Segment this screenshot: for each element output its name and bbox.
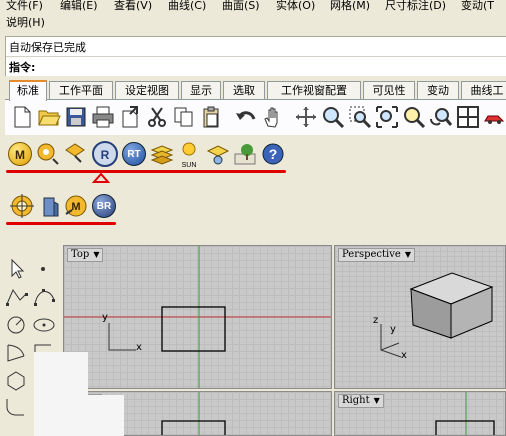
layered-planes-icon[interactable]	[150, 142, 174, 166]
material-settings-icon[interactable]	[36, 142, 60, 166]
car-icon[interactable]	[483, 105, 506, 129]
ellipse-icon[interactable]	[32, 314, 58, 336]
print-icon[interactable]	[91, 105, 115, 129]
undo-view-icon[interactable]	[429, 105, 453, 129]
menu-bar: 文件(F) 编辑(E) 查看(V) 曲线(C) 曲面(S) 实体(O) 网格(M…	[0, 0, 506, 34]
undo-icon[interactable]	[234, 105, 258, 129]
command-divider	[6, 56, 506, 57]
polyline-icon[interactable]	[4, 286, 30, 308]
standard-toolbar	[5, 99, 506, 135]
tab-set-view[interactable]: 设定视图	[115, 81, 179, 100]
perspective-viewport[interactable]: Perspective ▼ z y x	[334, 245, 506, 389]
menu-mesh[interactable]: 网格(M)	[330, 0, 370, 13]
polygon-icon[interactable]	[4, 370, 30, 392]
command-area: 自动保存已完成 指令:	[5, 36, 506, 76]
sun-icon[interactable]	[177, 140, 201, 164]
svg-text:M: M	[71, 201, 80, 213]
tab-display[interactable]: 显示	[181, 81, 221, 100]
right-viewport[interactable]: Right ▼	[334, 391, 506, 436]
environment-tree-icon[interactable]	[233, 142, 257, 166]
menu-file[interactable]: 文件(F)	[6, 0, 43, 13]
menu-help[interactable]: 说明(H)	[6, 16, 45, 30]
four-viewports-icon[interactable]	[456, 105, 480, 129]
target-render-icon[interactable]	[10, 194, 34, 218]
tab-curve-tools[interactable]: 曲线工	[461, 81, 506, 100]
right-viewport-label[interactable]: Right ▼	[338, 394, 384, 408]
br-render-icon[interactable]: BR	[92, 194, 116, 218]
perspective-viewport-label[interactable]: Perspective ▼	[338, 248, 415, 262]
command-history: 自动保存已完成	[9, 41, 86, 54]
tab-visibility[interactable]: 可见性	[363, 81, 415, 100]
import-icon[interactable]	[118, 105, 142, 129]
perspective-axis-z: z	[373, 315, 379, 326]
help-icon[interactable]: ?	[261, 142, 285, 166]
perspective-axis-x: x	[401, 350, 407, 361]
rt-render-icon[interactable]: RT	[122, 142, 146, 166]
overlay-blank-panel-2	[88, 395, 124, 436]
pan-hand-icon[interactable]	[261, 105, 285, 129]
menu-edit[interactable]: 编辑(E)	[60, 0, 98, 13]
zoom-window-icon[interactable]	[348, 105, 372, 129]
save-icon[interactable]	[64, 105, 88, 129]
perspective-viewport-drawing	[380, 272, 494, 358]
menu-surface[interactable]: 曲面(S)	[222, 0, 260, 13]
top-axis-y: y	[102, 312, 108, 323]
menu-view[interactable]: 查看(V)	[114, 0, 152, 13]
highlight-triangle	[92, 172, 110, 183]
tab-transform[interactable]: 变动	[417, 81, 459, 100]
tab-viewport-layout[interactable]: 工作视窗配置	[267, 81, 361, 100]
tab-select[interactable]: 选取	[223, 81, 265, 100]
r-render-icon[interactable]: R	[92, 141, 118, 167]
m-material-icon[interactable]: M	[64, 194, 88, 218]
render-plugin-toolbar-2: M BR	[5, 190, 506, 224]
arc-icon[interactable]	[4, 342, 30, 364]
fillet-icon[interactable]	[4, 396, 30, 418]
menu-curve[interactable]: 曲线(C)	[168, 0, 206, 13]
zoom-extents-icon[interactable]	[375, 105, 399, 129]
point-icon[interactable]	[32, 258, 58, 280]
menu-dimension[interactable]: 尺寸标注(D)	[385, 0, 446, 13]
building-icon[interactable]	[38, 194, 62, 218]
overlay-blank-panel	[34, 352, 88, 436]
perspective-axis-y: y	[390, 324, 396, 335]
svg-text:?: ?	[269, 146, 278, 162]
top-axis-x: x	[136, 342, 142, 353]
menu-solid[interactable]: 实体(O)	[276, 0, 315, 13]
tab-standard[interactable]: 标准	[9, 80, 47, 101]
highlight-underline-1	[6, 170, 286, 173]
render-plugin-toolbar: M R RT SUN ?	[5, 138, 506, 174]
copy-icon[interactable]	[172, 105, 196, 129]
paste-icon[interactable]	[199, 105, 223, 129]
tab-cplane[interactable]: 工作平面	[49, 81, 113, 100]
rotate-view-icon[interactable]	[294, 105, 318, 129]
cut-icon[interactable]	[145, 105, 169, 129]
select-arrow-icon[interactable]	[4, 258, 30, 280]
top-viewport[interactable]: Top ▼ y x	[63, 245, 332, 389]
highlight-underline-2	[6, 222, 116, 225]
zoom-icon[interactable]	[321, 105, 345, 129]
circle-icon[interactable]	[4, 314, 30, 336]
menu-transform[interactable]: 变动(T	[461, 0, 494, 13]
m-render-icon[interactable]: M	[8, 142, 32, 166]
new-file-icon[interactable]	[10, 105, 34, 129]
curve-cv-icon[interactable]	[32, 286, 58, 308]
open-folder-icon[interactable]	[37, 105, 61, 129]
material-tag-icon[interactable]	[63, 142, 87, 166]
zoom-selected-icon[interactable]	[402, 105, 426, 129]
toolbar-tabs: 标准 工作平面 设定视图 显示 选取 工作视窗配置 可见性 变动 曲线工	[5, 80, 506, 101]
sun-label: SUN	[181, 162, 197, 169]
top-viewport-label[interactable]: Top ▼	[67, 248, 104, 262]
light-plane-icon[interactable]	[206, 142, 230, 166]
command-prompt[interactable]: 指令:	[9, 59, 35, 75]
